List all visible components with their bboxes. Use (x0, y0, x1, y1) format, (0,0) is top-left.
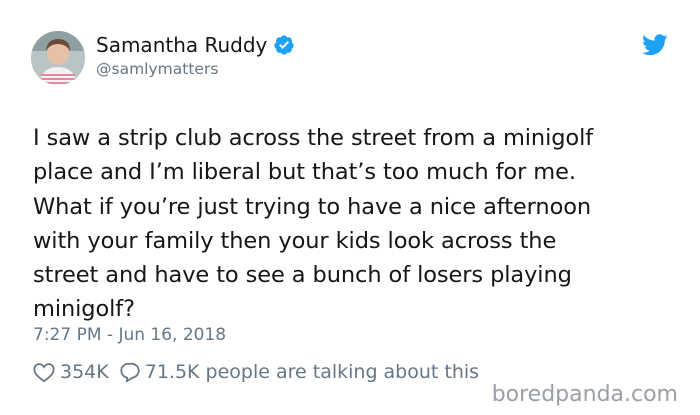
author-name-row: Samantha Ruddy (96, 33, 295, 57)
engagement-bar: 354K 71.5K people are talking about this (33, 360, 487, 384)
verified-badge-icon (273, 34, 295, 56)
avatar[interactable] (31, 31, 85, 85)
like-count: 354K (60, 361, 109, 383)
tweet-timestamp[interactable]: 7:27 PM - Jun 16, 2018 (33, 324, 226, 346)
tweet-card: Samantha Ruddy @samlymatters I saw a str… (0, 0, 700, 415)
author-handle[interactable]: @samlymatters (96, 59, 218, 79)
conversation-count[interactable]: 71.5K people are talking about this (145, 360, 479, 384)
tweet-text: I saw a strip club across the street fro… (33, 125, 594, 323)
heart-outline-icon[interactable] (33, 362, 55, 383)
avatar-photo (31, 31, 85, 85)
speech-bubble-icon[interactable] (119, 361, 141, 383)
watermark: boredpanda.com (485, 382, 684, 408)
author-display-name[interactable]: Samantha Ruddy (96, 33, 267, 57)
twitter-bird-icon[interactable] (642, 34, 668, 56)
